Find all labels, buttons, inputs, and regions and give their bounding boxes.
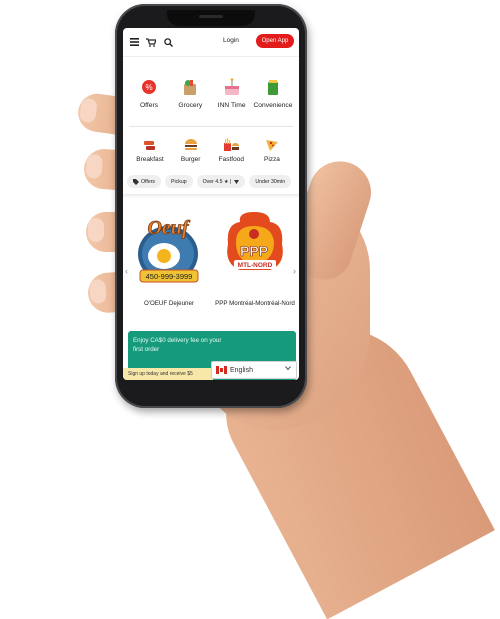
filter-time[interactable]: Under 30min (249, 175, 292, 188)
section-shadow (123, 194, 299, 198)
menu-icon[interactable] (128, 36, 140, 48)
category-pizza[interactable]: Pizza (253, 136, 291, 163)
restaurant-logo: PPP MTL-NORD (227, 212, 283, 270)
restaurant-name: O'OEUF Dejeuner (143, 300, 194, 307)
language-select[interactable]: English (211, 361, 297, 379)
app-header: Login Open App (123, 28, 299, 57)
restaurant-logo-sub: MTL-NORD (238, 262, 273, 269)
category-label: Fastfood (218, 156, 244, 163)
filter-label: Over 4.5 ★ | (202, 178, 232, 185)
filter-offers[interactable]: Offers (127, 175, 162, 188)
fingernail (88, 218, 104, 242)
open-app-button[interactable]: Open App (256, 34, 294, 48)
category-convenience[interactable]: Convenience (253, 76, 293, 109)
category-offers[interactable]: % Offers (129, 76, 169, 109)
phone-screen: Login Open App % Offers Grocery INN Time… (123, 28, 299, 380)
fingernail (78, 97, 98, 124)
signup-bar[interactable]: Sign up today and receive $5 (123, 368, 213, 380)
category-label: Burger (180, 156, 201, 163)
chevron-down-icon (234, 179, 240, 184)
pizza-icon (262, 136, 282, 154)
filter-rating[interactable]: Over 4.5 ★ | (196, 175, 246, 188)
category-fastfood[interactable]: Fastfood (212, 136, 250, 163)
chevron-down-icon (285, 366, 291, 371)
cart-icon[interactable] (145, 36, 157, 48)
category-row-secondary: Breakfast Burger Fastfood Pizza (123, 136, 299, 163)
category-label: Pizza (264, 156, 280, 163)
restaurant-card[interactable]: 450-999-3999 Oeuf O'OEUF Dejeuner (129, 204, 209, 308)
breakfast-icon (140, 136, 160, 154)
section-divider (129, 126, 293, 127)
category-label: Convenience (253, 102, 293, 109)
category-row-primary: % Offers Grocery INN Time Convenience (123, 76, 299, 109)
filter-label: Under 30min (255, 178, 286, 185)
promo-text: Enjoy CA$0 delivery fee on your first or… (133, 337, 222, 353)
tag-icon (133, 178, 139, 185)
restaurant-logo-phone: 450-999-3999 (146, 272, 193, 281)
restaurant-logo-text: PPP (240, 243, 268, 259)
language-label: English (230, 366, 253, 374)
fingernail (89, 278, 107, 304)
carousel-prev-icon[interactable]: ‹ (125, 266, 128, 276)
grocery-icon (179, 76, 201, 98)
fastfood-icon (221, 136, 241, 154)
login-link[interactable]: Login (223, 37, 239, 44)
convenience-icon (262, 76, 284, 98)
svg-text:%: % (145, 83, 152, 92)
inn-time-icon (221, 76, 243, 98)
restaurant-card[interactable]: PPP MTL-NORD PPP Montréal-Montréal-Nord (215, 204, 295, 308)
burger-icon (181, 136, 201, 154)
filter-bar: Offers Pickup Over 4.5 ★ | Under 30min (127, 175, 299, 188)
smartphone: Login Open App % Offers Grocery INN Time… (115, 4, 307, 408)
canada-flag-icon (216, 366, 227, 374)
search-icon[interactable] (162, 36, 174, 48)
category-inn-time[interactable]: INN Time (212, 76, 252, 109)
category-label: Offers (139, 102, 159, 109)
fingernail (85, 153, 104, 179)
category-burger[interactable]: Burger (172, 136, 210, 163)
category-label: INN Time (217, 102, 246, 109)
filter-pickup[interactable]: Pickup (165, 175, 193, 188)
restaurant-logo: 450-999-3999 Oeuf (138, 217, 199, 283)
category-label: Grocery (178, 102, 203, 109)
restaurant-logo-text: Oeuf (147, 217, 190, 239)
filter-label: Offers (141, 178, 156, 185)
offers-icon: % (138, 76, 160, 98)
restaurant-name: PPP Montréal-Montréal-Nord (215, 300, 295, 307)
category-breakfast[interactable]: Breakfast (131, 136, 169, 163)
filter-label: Pickup (171, 178, 187, 185)
speaker-grille (199, 15, 223, 18)
phone-notch (167, 10, 255, 26)
category-label: Breakfast (136, 156, 164, 163)
category-grocery[interactable]: Grocery (170, 76, 210, 109)
